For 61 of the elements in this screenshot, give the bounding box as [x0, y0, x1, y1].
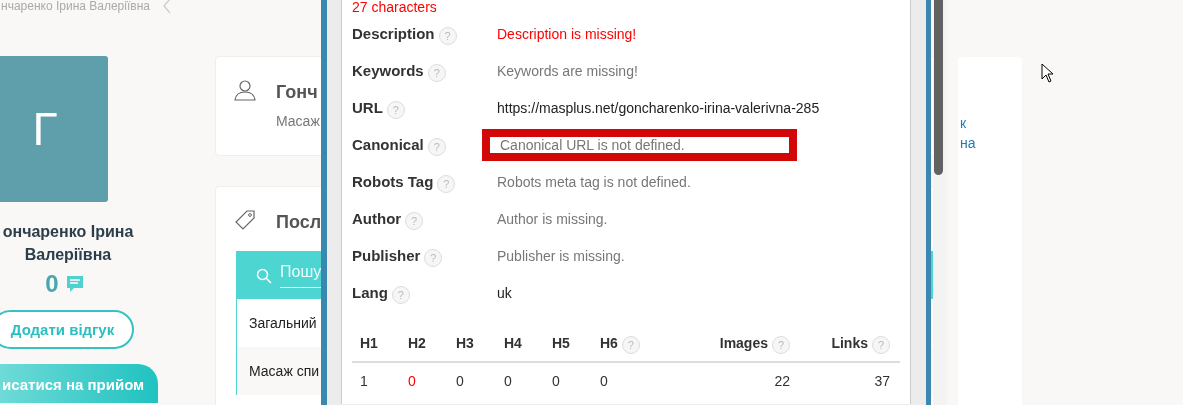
field-label: Canonical: [352, 136, 424, 153]
column-header: H2: [408, 335, 426, 351]
table-cell: 1: [360, 373, 368, 389]
field-label: Author: [352, 210, 402, 227]
search-icon: [256, 267, 272, 284]
field-label: Description: [352, 25, 435, 42]
field-label: Lang: [352, 284, 388, 301]
book-appointment-button[interactable]: исатися на прийом: [0, 364, 159, 403]
breadcrumb-text: нчаренко Ірина Валеріївна: [1, 0, 150, 13]
profile-name: ончаренко Ірина Валеріївна: [1, 222, 135, 265]
column-header: Links: [831, 335, 868, 351]
cursor-icon: [1041, 63, 1055, 83]
review-count: 0: [45, 270, 59, 298]
field-value: Description is missing!: [497, 25, 637, 42]
field-label: Publisher: [352, 247, 421, 264]
add-review-button[interactable]: Додати відгук: [0, 310, 135, 349]
help-icon[interactable]: ?: [438, 26, 457, 45]
field-label: URL: [352, 99, 383, 116]
help-icon[interactable]: ?: [386, 100, 405, 119]
field-value: Robots meta tag is not defined.: [497, 173, 691, 190]
help-icon[interactable]: ?: [424, 248, 443, 267]
help-icon[interactable]: ?: [872, 336, 890, 354]
field-value: Canonical URL is not defined.: [500, 136, 685, 153]
column-header: H5: [552, 335, 570, 351]
field-value: Author is missing.: [497, 210, 608, 227]
help-icon[interactable]: ?: [427, 137, 446, 156]
column-header: Images: [719, 335, 768, 351]
side-card-text: на: [959, 134, 977, 153]
title-length-text: 27 characters: [352, 0, 438, 15]
help-icon[interactable]: ?: [621, 336, 640, 354]
card-title: Гонч: [276, 81, 319, 104]
field-value: Publisher is missing.: [497, 247, 625, 264]
tag-icon: [234, 209, 256, 231]
scrollbar[interactable]: [933, 0, 947, 405]
help-icon[interactable]: ?: [437, 174, 456, 193]
help-icon[interactable]: ?: [391, 285, 410, 304]
user-icon: [234, 79, 256, 101]
column-header: H6: [600, 335, 618, 351]
field-value: Keywords are missing!: [497, 62, 638, 79]
card-subtitle: Масаж: [276, 113, 320, 129]
table-cell: 37: [874, 373, 890, 389]
column-header: H4: [504, 335, 522, 351]
column-header: H1: [360, 335, 378, 351]
field-label: Keywords: [352, 62, 424, 79]
table-cell: 0: [552, 373, 560, 389]
avatar: Г: [0, 56, 108, 202]
table-cell: 0: [408, 373, 416, 389]
chat-icon: [64, 274, 85, 294]
table-cell: 0: [504, 373, 512, 389]
help-icon[interactable]: ?: [772, 336, 790, 354]
column-header: H3: [456, 335, 474, 351]
field-label: Robots Tag: [352, 173, 434, 190]
table-cell: 0: [456, 373, 464, 389]
table-cell: 0: [600, 373, 608, 389]
field-value: https://masplus.net/goncharenko-irina-valerivna-285: [497, 99, 820, 116]
help-icon[interactable]: ?: [427, 63, 446, 82]
side-card-text: к: [959, 114, 968, 133]
field-value: uk: [497, 284, 512, 301]
card-title: Посл: [276, 211, 322, 234]
help-icon[interactable]: ?: [405, 211, 424, 230]
table-cell: 22: [774, 373, 790, 389]
